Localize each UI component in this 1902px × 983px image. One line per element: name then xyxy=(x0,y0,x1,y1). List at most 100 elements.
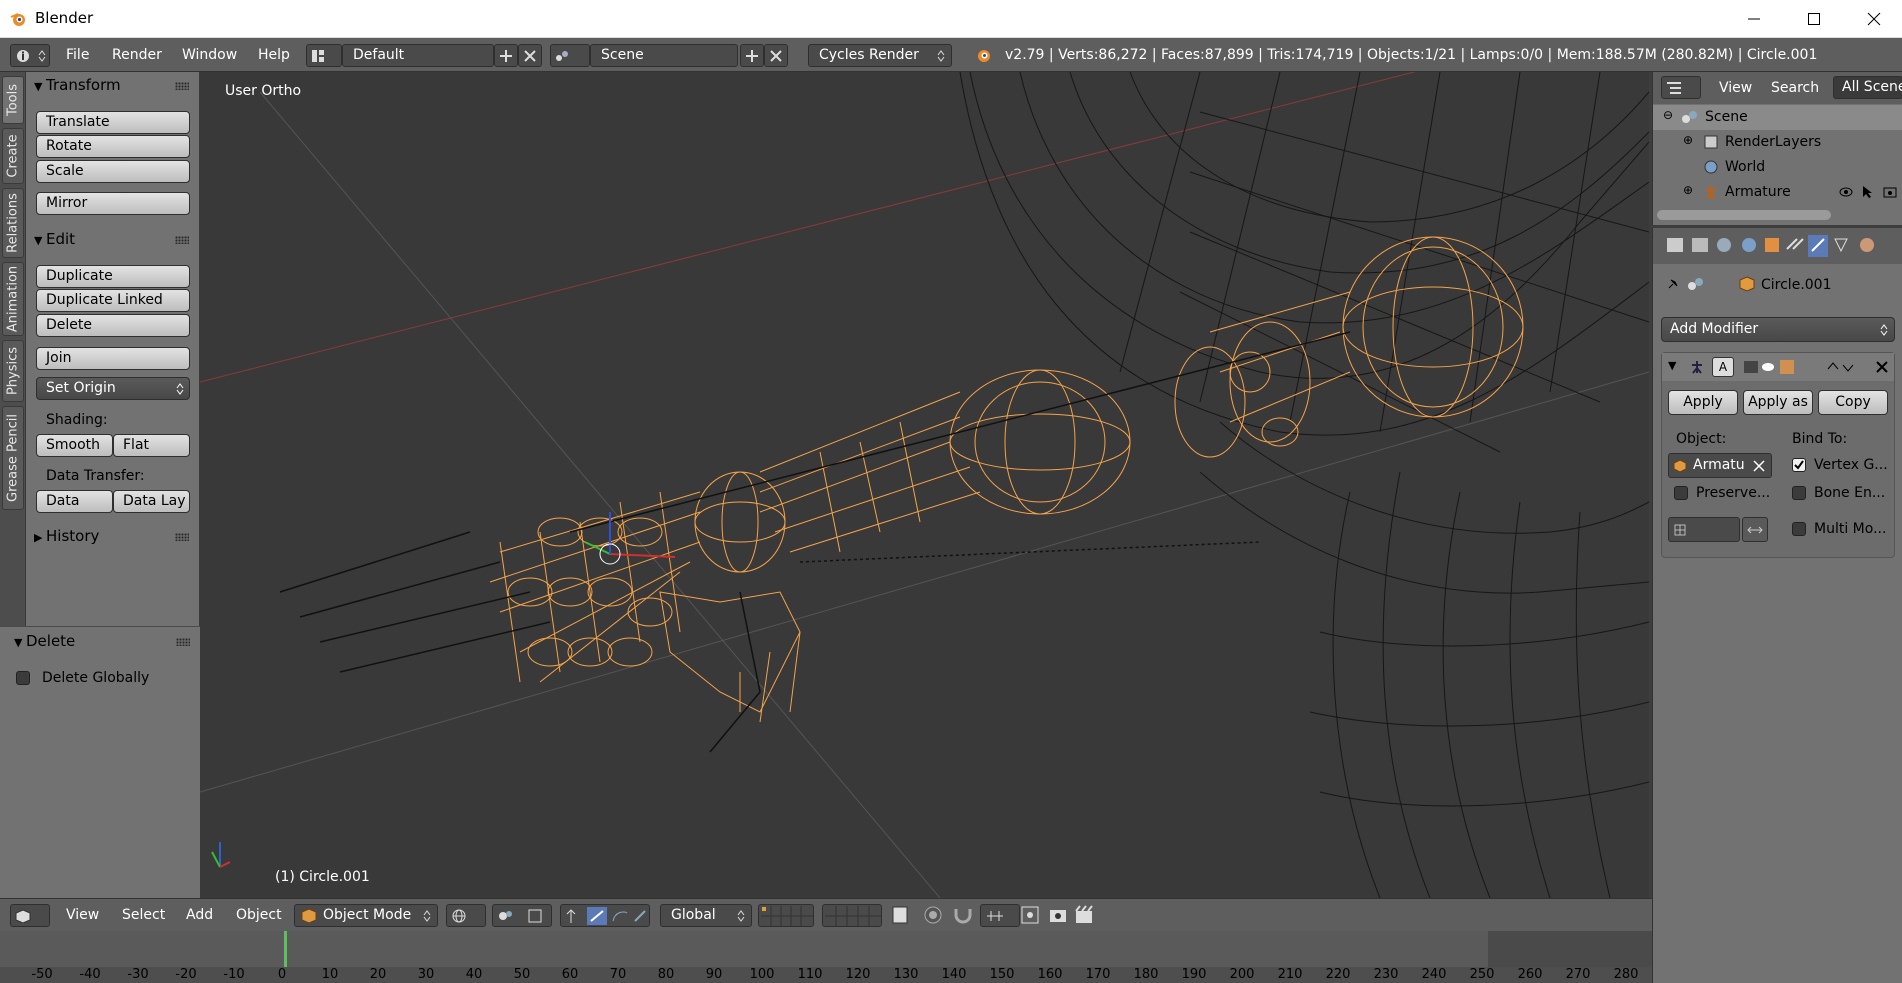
proportional-edit-icon[interactable] xyxy=(922,905,944,925)
collapse-icon[interactable]: ⊖ xyxy=(1663,108,1673,122)
outliner-filter-select[interactable]: All Scenes xyxy=(1833,76,1902,99)
panel-grip-icon[interactable] xyxy=(175,82,189,90)
editor-type-button[interactable] xyxy=(10,904,50,927)
add-scene-button[interactable] xyxy=(740,44,764,67)
smooth-shading-button[interactable]: Smooth xyxy=(36,434,113,457)
outliner-menu-search[interactable]: Search xyxy=(1771,80,1819,96)
tab-physics[interactable]: Physics xyxy=(2,340,24,402)
add-layout-button[interactable] xyxy=(494,44,518,67)
modifier-visibility-icons[interactable] xyxy=(1744,359,1804,375)
mirror-button[interactable]: Mirror xyxy=(36,192,190,215)
join-button[interactable]: Join xyxy=(36,347,190,370)
pivot-point-select[interactable] xyxy=(492,904,552,927)
maximize-button[interactable] xyxy=(1786,0,1842,38)
delete-button[interactable]: Delete xyxy=(36,314,190,337)
apply-button[interactable]: Apply xyxy=(1668,390,1738,415)
layer-buttons[interactable] xyxy=(758,904,814,927)
current-frame-indicator[interactable] xyxy=(284,931,287,967)
properties-context-icons[interactable] xyxy=(1667,235,1897,257)
viewport-shading-select[interactable] xyxy=(446,904,486,927)
delete-layout-button[interactable] xyxy=(518,44,542,67)
bone-envelopes-checkbox[interactable] xyxy=(1792,486,1806,500)
timeline-track[interactable] xyxy=(0,931,1652,967)
set-origin-menu[interactable]: Set Origin xyxy=(36,377,190,400)
scene-name-field[interactable]: Scene xyxy=(590,44,738,67)
minimize-button[interactable] xyxy=(1726,0,1782,38)
transform-panel-header[interactable]: ▼ Transform xyxy=(34,76,121,94)
pin-icon[interactable] xyxy=(1665,276,1681,292)
render-engine-select[interactable]: Cycles Render xyxy=(808,44,952,67)
close-button[interactable] xyxy=(1846,0,1902,38)
panel-grip-icon[interactable] xyxy=(175,533,189,541)
tab-animation[interactable]: Animation xyxy=(2,262,24,336)
preserve-volume-checkbox[interactable] xyxy=(1674,486,1688,500)
panel-grip-icon[interactable] xyxy=(176,638,190,646)
outliner-scrollbar[interactable] xyxy=(1657,210,1831,220)
expand-icon[interactable]: ⊕ xyxy=(1683,133,1693,147)
outliner-menu-view[interactable]: View xyxy=(1719,80,1752,96)
apply-as-button[interactable]: Apply as xyxy=(1743,390,1813,415)
add-modifier-menu[interactable]: Add Modifier xyxy=(1661,317,1895,342)
expand-icon[interactable]: ⊕ xyxy=(1683,183,1693,197)
tab-tools[interactable]: Tools xyxy=(2,76,24,124)
multi-modifier-checkbox[interactable] xyxy=(1792,522,1806,536)
tab-relations[interactable]: Relations xyxy=(2,188,24,258)
layout-name-field[interactable]: Default xyxy=(342,44,494,67)
tab-create[interactable]: Create xyxy=(2,128,24,184)
modifier-name-button[interactable]: A xyxy=(1712,357,1734,377)
flat-shading-button[interactable]: Flat xyxy=(113,434,190,457)
3d-viewport[interactable]: User Ortho (1) Circle.001 xyxy=(200,72,1649,898)
translate-button[interactable]: Translate xyxy=(36,111,190,134)
expanded-triangle-icon[interactable]: ▼ xyxy=(1668,359,1676,372)
timeline[interactable]: -50 -40 -30 -20 -10 0 10 20 30 40 50 60 70 80 90 100 110… xyxy=(0,931,1652,983)
object-field[interactable]: Armatu xyxy=(1668,453,1772,478)
history-panel-header[interactable]: ▶ History xyxy=(34,527,99,545)
outliner-item-armature[interactable]: ⊕ Armature xyxy=(1653,180,1902,205)
menu-view[interactable]: View xyxy=(66,907,99,923)
editor-type-button[interactable] xyxy=(10,44,50,67)
clear-field-icon[interactable] xyxy=(1753,460,1765,472)
outliner-item-renderlayers[interactable]: ⊕ RenderLayers xyxy=(1653,130,1902,155)
snap-magnet-icon[interactable] xyxy=(952,905,974,925)
render-camera-icon[interactable] xyxy=(1883,185,1897,199)
operator-panel-header[interactable]: ▼ Delete xyxy=(14,632,75,650)
rotate-button[interactable]: Rotate xyxy=(36,135,190,158)
copy-button[interactable]: Copy xyxy=(1818,390,1888,415)
mode-select[interactable]: Object Mode xyxy=(294,904,438,927)
layout-browse-button[interactable] xyxy=(306,44,342,67)
data-transfer-button[interactable]: Data xyxy=(36,490,113,513)
outliner-item-scene[interactable]: ⊖ Scene xyxy=(1653,105,1902,130)
opengl-animation-icon[interactable] xyxy=(1074,905,1096,925)
outliner-item-world[interactable]: World xyxy=(1653,155,1902,180)
panel-grip-icon[interactable] xyxy=(175,236,189,244)
menu-object[interactable]: Object xyxy=(236,907,282,923)
menu-render[interactable]: Render xyxy=(112,47,162,63)
edit-panel-header[interactable]: ▼ Edit xyxy=(34,230,75,248)
menu-file[interactable]: File xyxy=(66,47,89,63)
invert-vertex-group-button[interactable] xyxy=(1742,517,1768,542)
snap-target-icon[interactable] xyxy=(1020,905,1042,925)
vertex-groups-checkbox[interactable] xyxy=(1792,458,1806,472)
transform-orientation-select[interactable]: Global xyxy=(660,904,752,927)
scene-browse-button[interactable] xyxy=(550,44,590,67)
select-cursor-icon[interactable] xyxy=(1861,185,1875,199)
menu-help[interactable]: Help xyxy=(258,47,290,63)
editor-type-button[interactable] xyxy=(1661,76,1701,99)
duplicate-linked-button[interactable]: Duplicate Linked xyxy=(36,289,190,312)
menu-add[interactable]: Add xyxy=(186,907,213,923)
duplicate-button[interactable]: Duplicate xyxy=(36,265,190,288)
move-up-down-icon[interactable] xyxy=(1826,359,1856,375)
data-layout-button[interactable]: Data Lay xyxy=(113,490,190,513)
remove-modifier-icon[interactable] xyxy=(1876,361,1888,373)
delete-globally-checkbox[interactable] xyxy=(16,671,30,685)
lock-layers-icon[interactable] xyxy=(890,905,912,925)
menu-window[interactable]: Window xyxy=(182,47,237,63)
manipulator-toggles[interactable] xyxy=(560,904,650,927)
scale-button[interactable]: Scale xyxy=(36,160,190,183)
delete-scene-button[interactable] xyxy=(764,44,788,67)
snap-element-select[interactable] xyxy=(980,904,1020,927)
tab-grease-pencil[interactable]: Grease Pencil xyxy=(2,406,24,510)
vertex-group-field[interactable] xyxy=(1668,517,1740,542)
visibility-eye-icon[interactable] xyxy=(1839,185,1853,199)
opengl-render-icon[interactable] xyxy=(1048,905,1070,925)
